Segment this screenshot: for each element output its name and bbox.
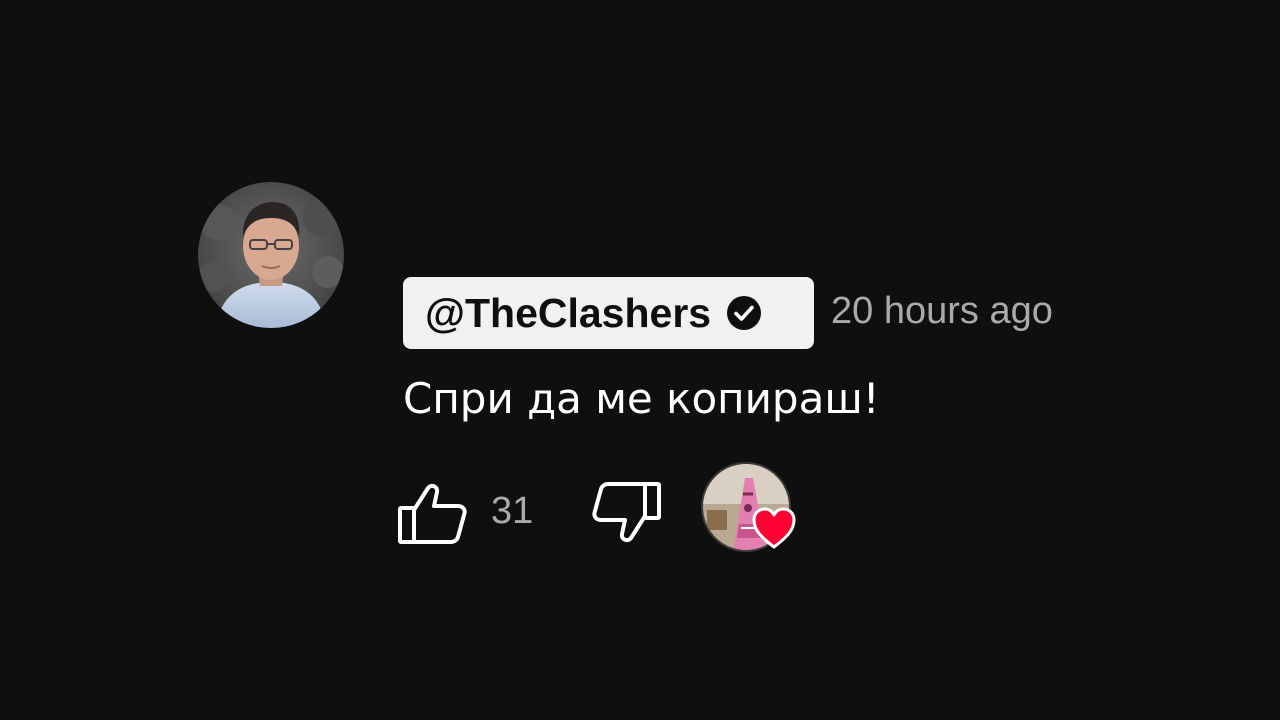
- author-name-chip[interactable]: @TheClashers: [403, 277, 814, 349]
- like-count: 31: [491, 490, 534, 532]
- thumbs-up-icon: [398, 483, 467, 544]
- like-button[interactable]: [396, 480, 468, 548]
- thumbs-down-icon: [592, 482, 661, 543]
- check-circle-icon: [725, 294, 763, 332]
- comment-thread: @TheClashers 20 hours ago Спри да ме коп…: [0, 0, 1280, 720]
- comment-timestamp[interactable]: 20 hours ago: [831, 290, 1053, 333]
- dislike-button[interactable]: [591, 480, 663, 548]
- author-name: @TheClashers: [425, 289, 712, 336]
- author-avatar-image: [198, 182, 344, 328]
- heart-icon: [751, 506, 797, 550]
- comment-text: Спри да ме копираш!: [403, 374, 880, 423]
- creator-heart-badge[interactable]: [701, 462, 797, 558]
- author-avatar[interactable]: [198, 182, 344, 328]
